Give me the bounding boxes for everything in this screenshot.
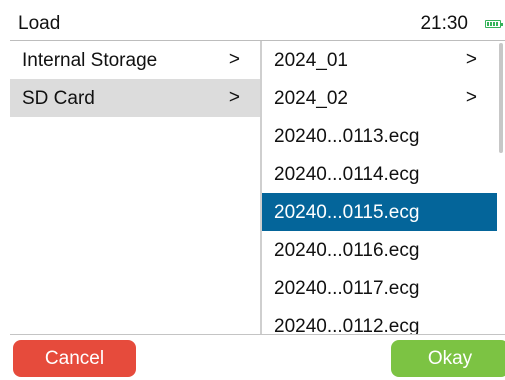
folder-item[interactable]: 2024_02 > [262, 79, 497, 117]
folder-label: 2024_01 [274, 50, 348, 71]
storage-item-internal[interactable]: Internal Storage > [10, 41, 260, 79]
file-list: 2024_01 > 2024_02 > 20240...0113.ecg 202… [262, 41, 505, 334]
chevron-right-icon: > [465, 87, 477, 108]
file-item[interactable]: 20240...0116.ecg [262, 231, 497, 269]
file-item-selected[interactable]: 20240...0115.ecg [262, 193, 497, 231]
battery-icon [485, 20, 503, 28]
scrollbar[interactable] [497, 41, 505, 334]
folder-item[interactable]: 2024_01 > [262, 41, 497, 79]
file-label: 20240...0116.ecg [274, 240, 420, 261]
chevron-right-icon: > [465, 49, 477, 70]
storage-item-label: SD Card [22, 88, 95, 109]
title-bar: Load 21:30 [10, 5, 505, 41]
storage-item-sd-card[interactable]: SD Card > [10, 79, 260, 117]
chevron-right-icon: > [228, 87, 240, 108]
file-label: 20240...0117.ecg [274, 278, 420, 299]
scrollbar-thumb[interactable] [499, 43, 503, 153]
cancel-button[interactable]: Cancel [13, 340, 136, 377]
file-label: 20240...0113.ecg [274, 126, 420, 147]
action-bar: Cancel Okay [10, 334, 505, 380]
file-item[interactable]: 20240...0113.ecg [262, 117, 497, 155]
folder-label: 2024_02 [274, 88, 348, 109]
file-item[interactable]: 20240...0117.ecg [262, 269, 497, 307]
window-title: Load [18, 13, 61, 34]
file-label: 20240...0112.ecg [274, 316, 420, 334]
file-item[interactable]: 20240...0112.ecg [262, 307, 497, 334]
file-item[interactable]: 20240...0114.ecg [262, 155, 497, 193]
clock: 21:30 [420, 13, 468, 34]
file-label: 20240...0114.ecg [274, 164, 420, 185]
storage-list: Internal Storage > SD Card > [10, 41, 260, 334]
file-label: 20240...0115.ecg [274, 202, 420, 223]
storage-item-label: Internal Storage [22, 50, 158, 71]
okay-button[interactable]: Okay [391, 340, 505, 377]
chevron-right-icon: > [228, 49, 240, 70]
